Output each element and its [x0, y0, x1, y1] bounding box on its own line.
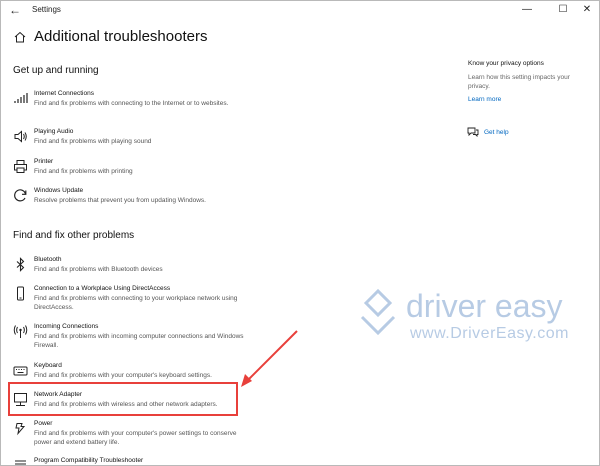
annotation-arrow-icon	[241, 330, 298, 387]
settings-window: ← Settings — ☐ ✕ Additional troubleshoot…	[0, 0, 600, 466]
